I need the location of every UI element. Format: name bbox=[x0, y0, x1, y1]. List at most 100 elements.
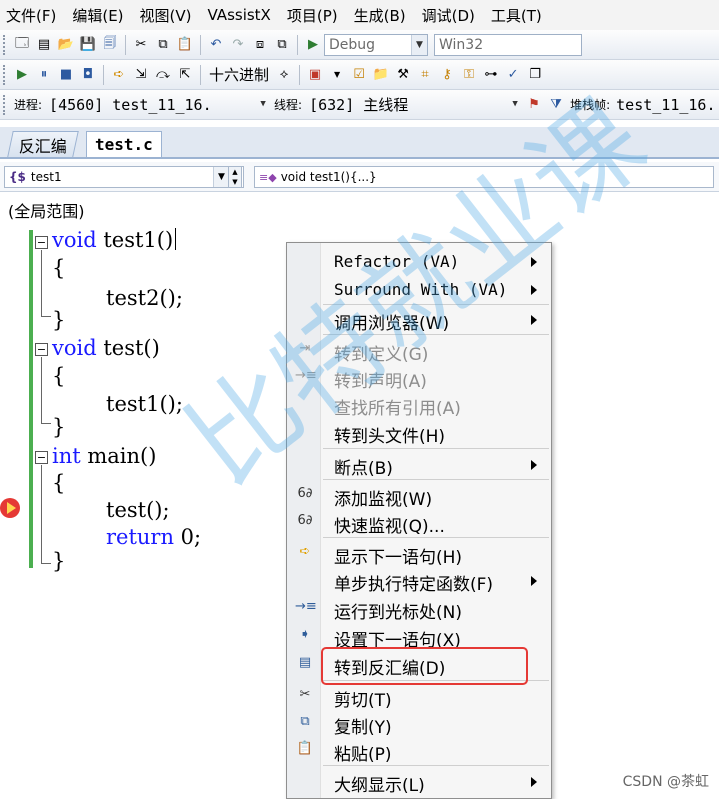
menu-vassistx[interactable]: VAssistX bbox=[200, 6, 279, 24]
toolbar-grip[interactable] bbox=[3, 64, 7, 85]
code-text: { bbox=[52, 256, 66, 280]
paste-icon[interactable]: 📋 bbox=[174, 34, 196, 56]
menu-item-breakpoint[interactable]: 断点(B) bbox=[287, 451, 551, 479]
undo-icon[interactable]: ↶ bbox=[205, 34, 227, 56]
standard-toolbar: 🗔 ▤ 📂 💾 🗐 ✂ ⧉ 📋 ↶ ↷ ⧈ ⧉ ▶ Debug ▼ Win32 bbox=[0, 30, 719, 60]
continue-icon[interactable]: ▶ bbox=[11, 64, 33, 86]
menu-debug[interactable]: 调试(D) bbox=[414, 5, 483, 26]
member-select[interactable]: ≡◆ void test1(){...} bbox=[254, 166, 714, 188]
tag-icon[interactable]: ⌗ bbox=[414, 64, 436, 86]
goto-declaration-icon: →≡ bbox=[295, 368, 317, 383]
window-icon[interactable]: ❐ bbox=[524, 64, 546, 86]
chevron-down-icon[interactable]: ▼ bbox=[326, 64, 348, 86]
menu-tools[interactable]: 工具(T) bbox=[483, 5, 550, 26]
menu-item-refactor[interactable]: Refactor (VA) bbox=[287, 248, 551, 275]
hexadecimal-toggle[interactable]: 十六进制 bbox=[205, 64, 273, 85]
text-cursor bbox=[175, 228, 177, 250]
flag-thread-icon[interactable]: ⚑ bbox=[523, 94, 545, 116]
code-navigation-bar: {$ test1 ▼ ▲ ▼ ≡◆ void test1(){...} bbox=[0, 162, 719, 192]
set-next-statement-icon: ➧ bbox=[299, 627, 311, 642]
menu-project[interactable]: 项目(P) bbox=[279, 5, 346, 26]
folder-icon[interactable]: 📁 bbox=[370, 64, 392, 86]
solution-platform-select[interactable]: Win32 bbox=[434, 33, 582, 56]
step-out-icon[interactable]: ⇱ bbox=[174, 64, 196, 86]
menu-item-add-watch[interactable]: 6∂ 添加监视(W) bbox=[287, 482, 551, 510]
menu-item-goto-header[interactable]: 转到头文件(H) bbox=[287, 419, 551, 447]
collapse-toggle-icon[interactable]: − bbox=[35, 343, 48, 356]
menu-item-call-browser[interactable]: 调用浏览器(W) bbox=[287, 306, 551, 334]
code-line: { bbox=[52, 256, 65, 280]
menu-file[interactable]: 文件(F) bbox=[0, 5, 64, 26]
menu-item-copy[interactable]: ⧉ 复制(Y) bbox=[287, 710, 551, 738]
chevron-down-icon: ▼ bbox=[411, 34, 427, 55]
debug-windows-icon[interactable]: ▣ bbox=[304, 64, 326, 86]
menu-item-label: 快速监视(Q)... bbox=[334, 517, 445, 537]
code-line: void test() bbox=[52, 336, 160, 360]
menu-item-quick-watch[interactable]: 6∂ 快速监视(Q)... bbox=[287, 509, 551, 537]
start-debug-icon[interactable]: ▶ bbox=[302, 34, 324, 56]
breakpoint-toggle-icon[interactable]: ⟡ bbox=[273, 64, 295, 86]
step-into-icon[interactable]: ⇲ bbox=[130, 64, 152, 86]
open-file-icon[interactable]: 📂 bbox=[55, 34, 77, 56]
redo-icon[interactable]: ↷ bbox=[227, 34, 249, 56]
menu-item-outlining[interactable]: 大纲显示(L) bbox=[287, 768, 551, 796]
tools-icon[interactable]: ⚒ bbox=[392, 64, 414, 86]
menu-view[interactable]: 视图(V) bbox=[132, 5, 200, 26]
menu-edit[interactable]: 编辑(E) bbox=[64, 5, 131, 26]
tab-disassembly[interactable]: 反汇编 bbox=[7, 131, 79, 157]
key-alt-icon[interactable]: ⚿ bbox=[458, 64, 480, 86]
stop-debugging-icon[interactable]: ■ bbox=[55, 64, 77, 86]
show-next-statement-icon[interactable]: ➪ bbox=[108, 64, 130, 86]
copy-icon[interactable]: ⧉ bbox=[152, 34, 174, 56]
menu-item-goto-declaration[interactable]: →≡ 转到声明(A) bbox=[287, 364, 551, 392]
break-all-icon[interactable]: ⏸ bbox=[33, 64, 55, 86]
link-icon[interactable]: ⊶ bbox=[480, 64, 502, 86]
collapse-toggle-icon[interactable]: − bbox=[35, 451, 48, 464]
scope-spinner[interactable]: ▲ ▼ bbox=[228, 166, 242, 188]
save-all-icon[interactable]: 🗐 bbox=[99, 34, 121, 56]
key-icon[interactable]: ⚷ bbox=[436, 64, 458, 86]
menu-item-surround-with[interactable]: Surround With (VA) bbox=[287, 276, 551, 303]
menu-item-label: 复制(Y) bbox=[334, 718, 392, 738]
toolbar-grip[interactable] bbox=[3, 34, 7, 55]
code-text: test() bbox=[96, 336, 160, 360]
collapse-toggle-icon[interactable]: − bbox=[35, 236, 48, 249]
toolbar-separator bbox=[297, 34, 298, 55]
menu-item-cut[interactable]: ✂ 剪切(T) bbox=[287, 683, 551, 711]
tab-test-c[interactable]: test.c bbox=[86, 131, 162, 157]
menu-build[interactable]: 生成(B) bbox=[346, 5, 414, 26]
menu-item-goto-definition[interactable]: ⇥ 转到定义(G) bbox=[287, 337, 551, 365]
menu-item-paste[interactable]: 📋 粘贴(P) bbox=[287, 737, 551, 765]
menu-item-label: 显示下一语句(H) bbox=[334, 548, 463, 568]
navigate-back-icon[interactable]: ⧈ bbox=[249, 34, 271, 56]
save-icon[interactable]: 💾 bbox=[77, 34, 99, 56]
menu-item-step-into-specific[interactable]: 单步执行特定函数(F) bbox=[287, 567, 551, 595]
code-line: } bbox=[52, 549, 65, 573]
new-project-icon[interactable]: 🗔 bbox=[11, 34, 33, 56]
menu-item-set-next-statement[interactable]: ➧ 设置下一语句(X) bbox=[287, 623, 551, 651]
toolbar-grip[interactable] bbox=[3, 94, 7, 115]
restart-icon[interactable]: ◘ bbox=[77, 64, 99, 86]
menu-item-run-to-cursor[interactable]: →≡ 运行到光标处(N) bbox=[287, 595, 551, 623]
navigate-forward-icon[interactable]: ⧉ bbox=[271, 34, 293, 56]
add-item-icon[interactable]: ▤ bbox=[33, 34, 55, 56]
code-text: 0; bbox=[174, 525, 202, 549]
thread-select[interactable]: [632] 主线程 ▼ bbox=[305, 94, 523, 116]
solution-config-select[interactable]: Debug ▼ bbox=[324, 33, 428, 56]
process-select[interactable]: [4560] test_11_16. ▼ bbox=[45, 94, 271, 116]
submenu-arrow-icon bbox=[531, 777, 537, 787]
code-text: main() bbox=[80, 444, 157, 468]
spellcheck-icon[interactable]: ✓ bbox=[502, 64, 524, 86]
run-to-cursor-icon: →≡ bbox=[295, 599, 317, 614]
checklist-icon[interactable]: ☑ bbox=[348, 64, 370, 86]
menu-item-find-all-references[interactable]: 查找所有引用(A) bbox=[287, 391, 551, 419]
scope-select[interactable]: {$ test1 ▼ bbox=[4, 166, 244, 188]
cut-icon[interactable]: ✂ bbox=[130, 34, 152, 56]
menu-item-show-next-statement[interactable]: ➪ 显示下一语句(H) bbox=[287, 540, 551, 568]
step-over-icon[interactable]: ⤼ bbox=[152, 64, 174, 86]
stack-frame-select[interactable]: test_11_16. bbox=[613, 96, 718, 114]
code-line: { bbox=[52, 364, 65, 388]
filter-icon[interactable]: ⧩ bbox=[545, 94, 567, 116]
code-text: { bbox=[52, 471, 66, 495]
code-line: test1(); bbox=[106, 392, 183, 416]
